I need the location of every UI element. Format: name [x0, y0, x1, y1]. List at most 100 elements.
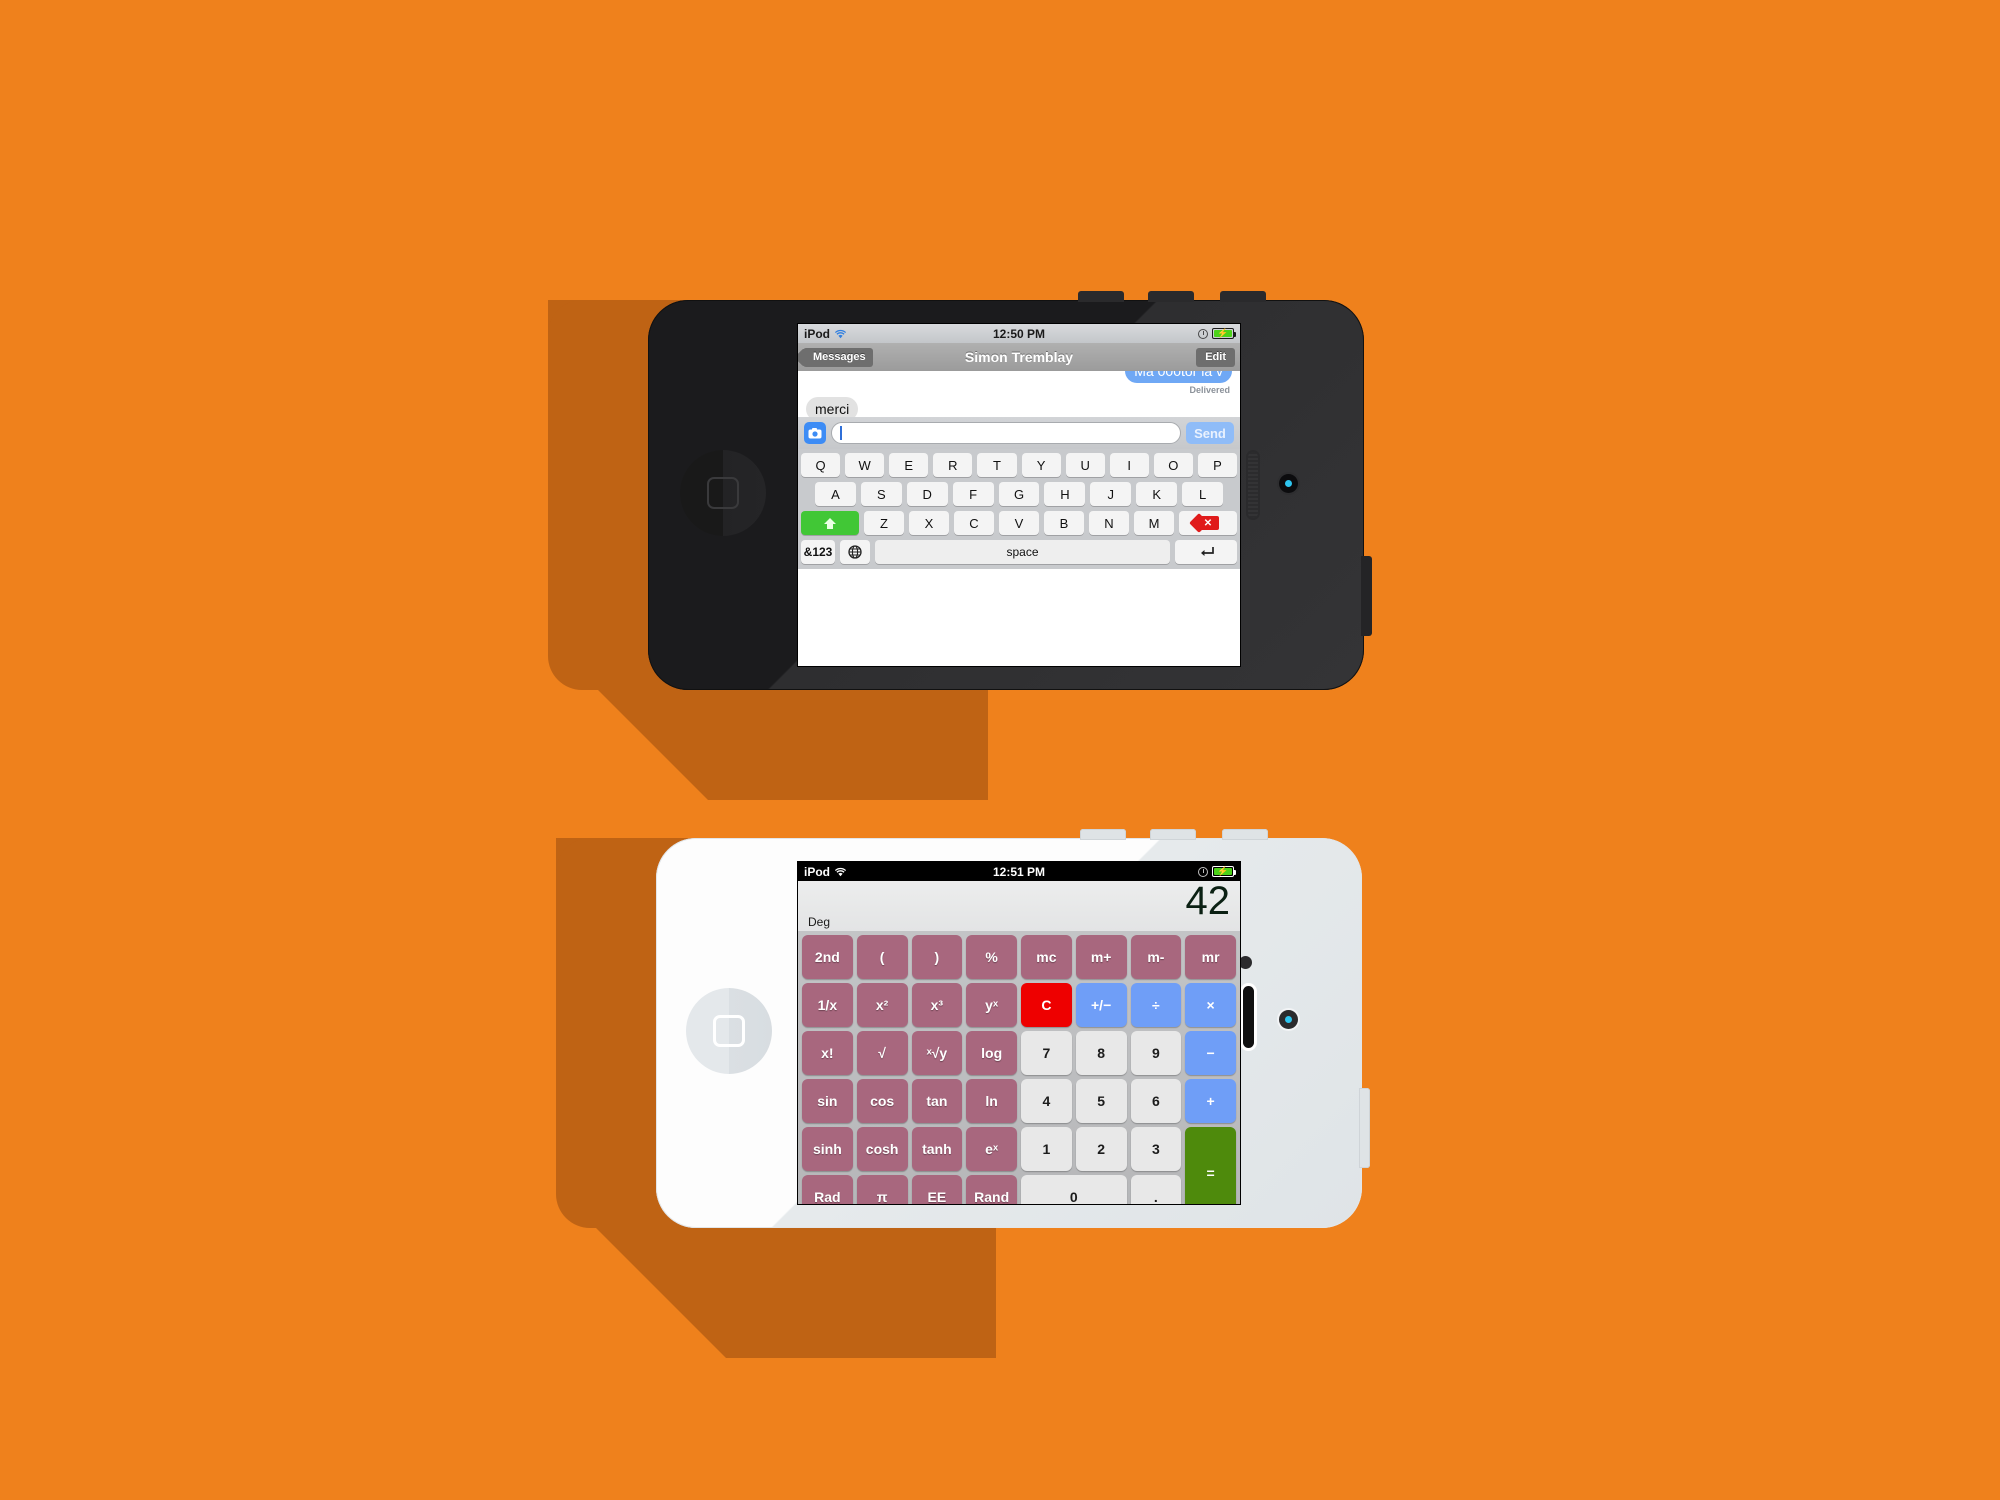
key-r[interactable]: R	[933, 453, 973, 477]
calc-key-[interactable]: %	[966, 935, 1017, 979]
calc-key-5[interactable]: 5	[1075, 1079, 1127, 1123]
back-button-messages[interactable]: Messages	[803, 347, 873, 367]
calc-key-y[interactable]: ˣ√y	[911, 1031, 963, 1075]
calc-key-tan[interactable]: tan	[911, 1079, 963, 1123]
calc-key-m[interactable]: m+	[1075, 935, 1127, 979]
calc-key-log[interactable]: log	[966, 1031, 1017, 1075]
delivered-status: Delivered	[1189, 385, 1230, 395]
calc-key-mc[interactable]: mc	[1021, 935, 1072, 979]
calc-key-m[interactable]: m-	[1130, 935, 1182, 979]
key-y[interactable]: Y	[1021, 453, 1061, 477]
calc-key-2nd[interactable]: 2nd	[802, 935, 853, 979]
key-p[interactable]: P	[1197, 453, 1237, 477]
calc-key-[interactable]: π	[856, 1175, 908, 1204]
hardware-button-2[interactable]	[1148, 291, 1194, 302]
calc-key-[interactable]: (	[856, 935, 908, 979]
key-v[interactable]: V	[999, 511, 1039, 535]
calc-key-4[interactable]: 4	[1021, 1079, 1072, 1123]
calc-key-e[interactable]: eˣ	[966, 1127, 1017, 1171]
calc-key-9[interactable]: 9	[1130, 1031, 1182, 1075]
key-n[interactable]: N	[1089, 511, 1129, 535]
calc-key-sinh[interactable]: sinh	[802, 1127, 853, 1171]
calc-key-1[interactable]: 1	[1021, 1127, 1072, 1171]
hardware-side-button[interactable]	[1359, 1088, 1370, 1168]
hardware-button-1[interactable]	[1078, 291, 1124, 302]
key-l[interactable]: L	[1182, 482, 1224, 506]
calc-key-3[interactable]: 3	[1130, 1127, 1182, 1171]
send-button[interactable]: Send	[1186, 422, 1234, 444]
delete-backspace-icon: ✕	[1197, 516, 1219, 530]
calc-key-[interactable]: .	[1130, 1175, 1182, 1204]
key-g[interactable]: G	[998, 482, 1040, 506]
calc-key-Rad[interactable]: Rad	[802, 1175, 853, 1204]
calc-key-sin[interactable]: sin	[802, 1079, 853, 1123]
calc-key-[interactable]: )	[911, 935, 963, 979]
hardware-side-button[interactable]	[1361, 556, 1372, 636]
key-x[interactable]: X	[909, 511, 949, 535]
calc-key-x[interactable]: x³	[911, 983, 963, 1027]
calc-key-[interactable]: +/−	[1075, 983, 1127, 1027]
key-b[interactable]: B	[1044, 511, 1084, 535]
calc-key-2[interactable]: 2	[1075, 1127, 1127, 1171]
numeric-key[interactable]: &123	[801, 540, 835, 564]
message-thread[interactable]: Ma 000tor la v Delivered merci	[798, 371, 1240, 417]
key-q[interactable]: Q	[801, 453, 841, 477]
globe-icon[interactable]	[840, 540, 870, 564]
alarm-clock-icon	[1198, 328, 1208, 339]
key-s[interactable]: S	[860, 482, 902, 506]
calc-key-x[interactable]: x²	[856, 983, 908, 1027]
hardware-button-1[interactable]	[1080, 829, 1126, 840]
key-e[interactable]: E	[889, 453, 929, 477]
calc-key-cos[interactable]: cos	[856, 1079, 908, 1123]
calc-key-y[interactable]: yˣ	[966, 983, 1017, 1027]
key-u[interactable]: U	[1065, 453, 1105, 477]
key-o[interactable]: O	[1153, 453, 1193, 477]
calc-key-7[interactable]: 7	[1021, 1031, 1072, 1075]
calc-key-C[interactable]: C	[1021, 983, 1072, 1027]
calc-key-0[interactable]: 0	[1021, 1175, 1127, 1204]
calc-key-x[interactable]: x!	[802, 1031, 853, 1075]
key-w[interactable]: W	[845, 453, 885, 477]
key-c[interactable]: C	[954, 511, 994, 535]
home-button[interactable]	[680, 450, 766, 536]
calc-key-[interactable]: =	[1185, 1127, 1236, 1204]
calc-key-8[interactable]: 8	[1075, 1031, 1127, 1075]
calc-key-EE[interactable]: EE	[911, 1175, 963, 1204]
calc-key-6[interactable]: 6	[1130, 1079, 1182, 1123]
outgoing-bubble-text: Ma 000tor la v	[1134, 371, 1223, 379]
key-i[interactable]: I	[1109, 453, 1149, 477]
hardware-button-3[interactable]	[1222, 829, 1268, 840]
calc-key-1x[interactable]: 1/x	[802, 983, 853, 1027]
calc-key-[interactable]: ×	[1185, 983, 1236, 1027]
camera-icon[interactable]	[804, 422, 826, 444]
return-key[interactable]	[1175, 540, 1237, 564]
home-button[interactable]	[686, 988, 772, 1074]
key-h[interactable]: H	[1044, 482, 1086, 506]
calc-key-[interactable]: −	[1185, 1031, 1236, 1075]
key-k[interactable]: K	[1136, 482, 1178, 506]
hardware-button-3[interactable]	[1220, 291, 1266, 302]
key-z[interactable]: Z	[864, 511, 904, 535]
delete-key[interactable]: ✕	[1179, 511, 1237, 535]
key-j[interactable]: J	[1090, 482, 1132, 506]
key-d[interactable]: D	[906, 482, 948, 506]
key-a[interactable]: A	[815, 482, 856, 506]
calc-key-tanh[interactable]: tanh	[911, 1127, 963, 1171]
calc-key-cosh[interactable]: cosh	[856, 1127, 908, 1171]
space-key[interactable]: space	[875, 540, 1170, 564]
key-f[interactable]: F	[952, 482, 994, 506]
edit-button[interactable]: Edit	[1196, 347, 1235, 367]
message-input[interactable]	[831, 422, 1181, 444]
key-t[interactable]: T	[977, 453, 1017, 477]
alarm-clock-icon	[1198, 866, 1208, 877]
hardware-button-2[interactable]	[1150, 829, 1196, 840]
calc-key-Rand[interactable]: Rand	[966, 1175, 1017, 1204]
calc-key-[interactable]: ÷	[1130, 983, 1182, 1027]
calc-key-mr[interactable]: mr	[1185, 935, 1236, 979]
calc-key-ln[interactable]: ln	[966, 1079, 1017, 1123]
keyboard-row-1: QWERTYUIOP	[801, 453, 1237, 477]
key-m[interactable]: M	[1134, 511, 1174, 535]
calc-key-[interactable]: √	[856, 1031, 908, 1075]
calc-key-[interactable]: +	[1185, 1079, 1236, 1123]
shift-key[interactable]	[801, 511, 859, 535]
